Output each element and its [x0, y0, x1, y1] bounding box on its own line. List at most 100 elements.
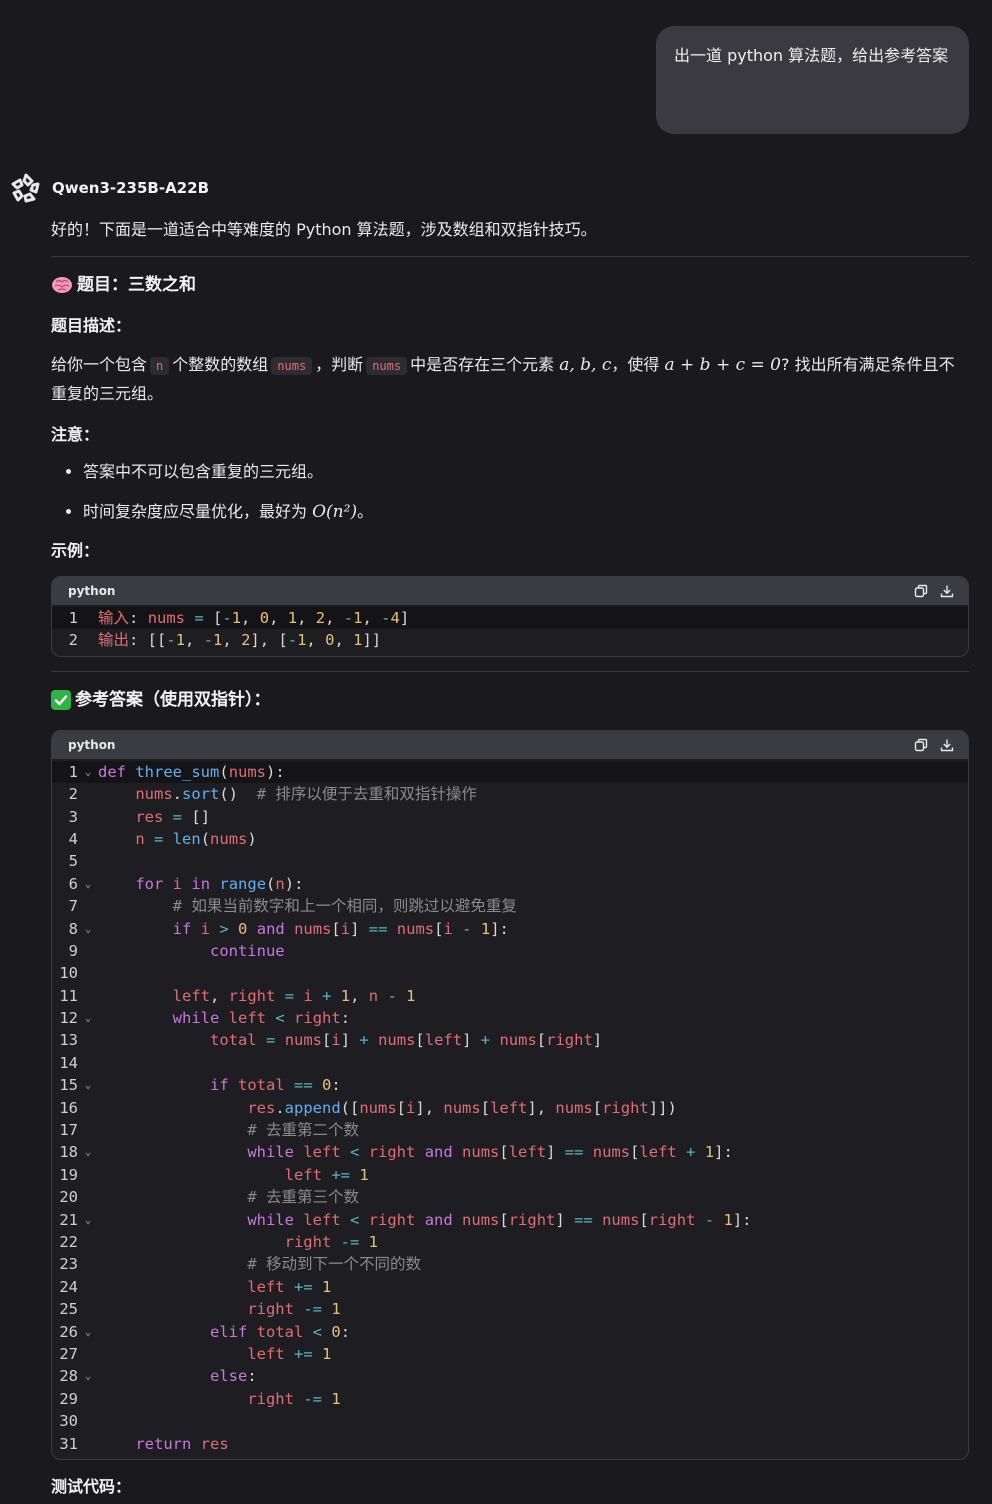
line-number: 7	[68, 897, 78, 916]
fold-chevron-icon[interactable]: ⌄	[78, 873, 98, 895]
answer-code-block: python 1 ⌄ def three_sum(nums): 2 nums.sort…	[51, 729, 969, 1460]
code-text: # 移动到下一个不同的数	[247, 1255, 421, 1274]
fold-chevron-icon[interactable]: ⌄	[78, 1074, 98, 1096]
code-line: 14	[52, 1052, 968, 1074]
line-number: 14	[59, 1053, 78, 1072]
line-number: 23	[59, 1255, 78, 1274]
code-line: 8 ⌄ if i > 0 and nums[i] == nums[i - 1]:	[52, 918, 968, 940]
desc-text: 给你一个包含	[51, 355, 148, 374]
divider	[51, 256, 969, 257]
line-number: 24	[59, 1277, 78, 1296]
code-text: 输入: nums = [-1, 0, 1, 2, -1, -4]	[98, 609, 410, 627]
problem-title: 题目：三数之和	[51, 271, 969, 299]
line-number: 9	[68, 941, 78, 960]
code-text: while left < right:	[172, 1009, 351, 1028]
code-line: 2 输出: [[-1, -1, 2], [-1, 0, 1]]	[52, 629, 968, 651]
desc-text: ，使得	[611, 355, 660, 374]
code-line: 20 # 去重第三个数	[52, 1186, 968, 1208]
line-number: 3	[68, 807, 78, 826]
qwen-logo-icon	[11, 173, 40, 203]
line-number: 27	[59, 1344, 78, 1363]
code-line: 24 left += 1	[52, 1276, 968, 1298]
line-number: 20	[59, 1188, 78, 1207]
code-actions	[914, 584, 954, 598]
line-number: 16	[59, 1098, 78, 1117]
note-item: 时间复杂度应尽量优化，最好为 O(n²)。	[83, 498, 969, 526]
fold-chevron-icon[interactable]: ⌄	[78, 1141, 98, 1163]
line-number: 26	[59, 1322, 78, 1341]
notes-label: 注意：	[51, 425, 100, 444]
answer-title-text: 参考答案（使用双指针）：	[75, 689, 271, 710]
example-label: 示例：	[51, 541, 100, 560]
code-line: 30	[52, 1410, 968, 1432]
fold-chevron-icon[interactable]: ⌄	[78, 918, 98, 940]
code-line: 9 continue	[52, 940, 968, 962]
fold-chevron-icon[interactable]: ⌄	[78, 1007, 98, 1029]
code-text: if total == 0:	[209, 1076, 341, 1095]
line-number: 17	[59, 1121, 78, 1140]
code-text: res = []	[135, 807, 211, 826]
code-line: 3 res = []	[52, 806, 968, 828]
brain-icon	[52, 277, 72, 293]
divider	[51, 670, 969, 672]
notes-list: 答案中不可以包含重复的三元组。 时间复杂度应尽量优化，最好为 O(n²)。	[51, 458, 969, 526]
code-line: 11 left, right = i + 1, n - 1	[52, 985, 968, 1007]
desc-text: ，判断	[315, 355, 364, 374]
fold-chevron-icon[interactable]: ⌄	[78, 1209, 98, 1231]
code-text: # 去重第二个数	[247, 1121, 359, 1140]
inline-code-nums: nums	[271, 357, 313, 375]
code-text: n = len(nums)	[135, 829, 257, 848]
download-icon[interactable]	[940, 584, 954, 598]
assistant-header: Qwen3-235B-A22B	[10, 172, 209, 204]
check-icon	[51, 689, 71, 710]
fold-chevron-icon[interactable]: ⌄	[78, 1365, 98, 1387]
line-number: 28	[59, 1367, 78, 1386]
desc-label: 题目描述：	[51, 316, 132, 335]
line-number: 5	[68, 852, 78, 871]
assistant-response: 好的！下面是一道适合中等难度的 Python 算法题，涉及数组和双指针技巧。 题…	[51, 216, 969, 1500]
note-item: 答案中不可以包含重复的三元组。	[83, 458, 969, 486]
inline-code-nums: nums	[366, 357, 408, 375]
code-actions	[914, 738, 954, 752]
code-line: 27 left += 1	[52, 1343, 968, 1365]
fold-chevron-icon[interactable]: ⌄	[78, 1321, 98, 1343]
code-line: 26 ⌄ elif total < 0:	[52, 1321, 968, 1343]
line-number: 10	[59, 964, 78, 983]
line-number: 8	[68, 919, 78, 938]
problem-title-text: 题目：三数之和	[77, 275, 196, 295]
copy-icon[interactable]	[914, 738, 928, 752]
line-number: 13	[59, 1031, 78, 1050]
code-line: 10	[52, 962, 968, 984]
code-text: left += 1	[247, 1344, 332, 1363]
code-text: nums.sort() # 排序以便于去重和双指针操作	[135, 785, 477, 804]
line-number: 1	[68, 609, 78, 627]
line-number: 30	[59, 1412, 78, 1431]
code-text: # 去重第三个数	[247, 1188, 359, 1207]
code-line: 17 # 去重第二个数	[52, 1119, 968, 1141]
line-number: 19	[59, 1165, 78, 1184]
line-number: 15	[59, 1076, 78, 1095]
intro-text: 好的！下面是一道适合中等难度的 Python 算法题，涉及数组和双指针技巧。	[51, 220, 597, 239]
code-text: if i > 0 and nums[i] == nums[i - 1]:	[172, 919, 509, 938]
test-label: 测试代码：	[51, 1476, 132, 1496]
code-text: left += 1	[284, 1165, 369, 1184]
copy-icon[interactable]	[914, 584, 928, 598]
code-text: right -= 1	[247, 1389, 341, 1408]
download-icon[interactable]	[940, 738, 954, 752]
answer-title: 参考答案（使用双指针）：	[51, 686, 969, 714]
code-line: 4 n = len(nums)	[52, 828, 968, 850]
line-number: 18	[59, 1143, 78, 1162]
fold-chevron-icon[interactable]: ⌄	[78, 761, 98, 783]
desc-text: 个整数的数组	[172, 355, 269, 374]
